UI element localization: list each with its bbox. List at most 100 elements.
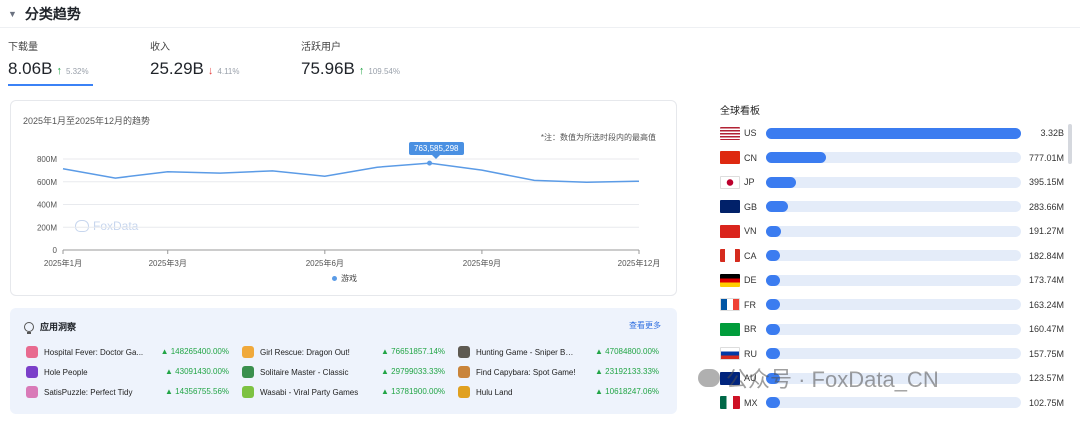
app-insight-item[interactable]: Hole People (26, 365, 144, 379)
app-growth: ▲ 148265400.00% (160, 347, 229, 356)
country-bar-fill (766, 176, 797, 188)
country-bar-track (766, 127, 1021, 139)
metric-change: 109.54% (368, 67, 400, 76)
y-tick-label: 800M (37, 155, 57, 164)
app-icon (242, 346, 254, 358)
country-value: 160.47M (1028, 324, 1064, 334)
country-row[interactable]: CN 777.01M (720, 150, 1070, 166)
app-insight-item[interactable]: SatisPuzzle: Perfect Tidy (26, 385, 144, 399)
line-chart[interactable]: 0200M400M600M800M2025年1月 2025年3月 2025年6月 20… (11, 101, 678, 297)
metric-label: 活跃用户 (301, 42, 341, 53)
app-icon (458, 366, 470, 378)
app-icon (242, 366, 254, 378)
global-board-title: 全球看板 (720, 106, 760, 117)
country-code: DE (744, 275, 757, 285)
app-growth: ▲ 23192133.33% (595, 367, 659, 376)
country-bar-fill (766, 274, 780, 286)
metric-label: 下载量 (8, 42, 38, 53)
x-tick-label: 2025年1月 (44, 258, 82, 268)
metric-tab-active-users[interactable]: 活跃用户 75.96B ↑ 109.54% (301, 38, 400, 88)
country-value: 182.84M (1028, 250, 1064, 261)
country-bar-track (766, 250, 1021, 261)
country-code: CA (744, 250, 757, 261)
app-insight-item[interactable]: Girl Rescue: Dragon Out! (242, 345, 360, 359)
metric-tab-revenue[interactable]: 收入 25.29B ↓ 4.11% (150, 38, 239, 88)
wechat-icon (698, 369, 720, 387)
metric-tab-downloads[interactable]: 下载量 8.06B ↑ 5.32% (8, 38, 93, 88)
country-row[interactable]: MX 102.75M (720, 395, 1070, 411)
legend-label: 游戏 (341, 274, 357, 283)
app-growth: ▲ 29799033.33% (381, 367, 445, 376)
app-name: Girl Rescue: Dragon Out! (260, 347, 350, 357)
section-header[interactable]: ▼ 分类趋势 (0, 0, 1080, 28)
country-value: 102.75M (1028, 397, 1064, 408)
country-bar-track (766, 299, 1021, 310)
app-insight-item[interactable]: Wasabi - Viral Party Games (242, 385, 360, 399)
app-insight-item[interactable]: Hunting Game - Sniper Bat... (458, 345, 576, 359)
country-bar-fill (766, 225, 781, 237)
app-growth: ▲ 76651857.14% (381, 347, 445, 356)
country-row[interactable]: DE 173.74M (720, 272, 1070, 288)
chart-tooltip: 763,585,298 (409, 142, 464, 159)
trend-chart-card: 2025年1月至2025年12月的趋势 *注：数值为所选时段内的最高值 FoxD… (10, 100, 677, 296)
metric-change: 4.11% (217, 67, 240, 76)
country-bar-fill (766, 397, 780, 408)
x-tick-label: 2025年6月 (306, 258, 344, 268)
see-more-link[interactable]: 查看更多 (629, 320, 661, 331)
country-value: 163.24M (1028, 299, 1064, 310)
app-name: Hole People (44, 367, 88, 377)
country-value: 777.01M (1028, 152, 1064, 163)
app-name: Find Capybara: Spot Game! (476, 367, 576, 377)
country-row[interactable]: CA 182.84M (720, 248, 1070, 264)
country-bar-fill (766, 250, 781, 261)
country-code: FR (744, 299, 756, 310)
country-bar-fill (766, 299, 780, 310)
country-code: US (744, 128, 757, 138)
country-row[interactable]: JP 395.15M (720, 174, 1070, 190)
series-line-games[interactable] (62, 162, 640, 184)
country-bar-track (766, 201, 1021, 212)
wechat-watermark-text: 公众号 · FoxData_CN (726, 367, 939, 392)
hover-point[interactable] (427, 160, 433, 166)
wechat-watermark: 公众号 · FoxData_CN (698, 362, 939, 394)
app-growth: ▲ 47084800.00% (595, 347, 659, 356)
x-tick-label: 2025年12月 (618, 258, 661, 268)
app-insight-item[interactable]: Hulu Land (458, 385, 576, 399)
collapse-caret-icon[interactable]: ▼ (8, 9, 17, 19)
metric-value: 8.06B (8, 59, 53, 78)
app-insight-item[interactable]: Find Capybara: Spot Game! (458, 365, 576, 379)
metric-change: 5.32% (65, 67, 89, 76)
country-row[interactable]: VN 191.27M (720, 223, 1070, 239)
scrollbar-thumb[interactable] (1068, 124, 1072, 164)
metric-value: 25.29B (150, 59, 204, 78)
country-row[interactable]: FR 163.24M (720, 297, 1070, 313)
flag-us-icon (720, 126, 740, 140)
country-value: 157.75M (1028, 348, 1064, 359)
country-row[interactable]: GB 283.66M (720, 199, 1070, 215)
country-value: 3.32B (1040, 128, 1064, 138)
flag-vn-icon (720, 224, 740, 238)
app-insights-card: 应用洞察 查看更多 Hospital Fever: Doctor Ga... ▲ … (10, 308, 677, 414)
app-icon (26, 386, 38, 398)
country-bar-fill (766, 323, 780, 335)
app-icon (458, 386, 470, 398)
app-insight-item[interactable]: Solitaire Master - Classic (242, 365, 360, 379)
country-row[interactable]: BR 160.47M (720, 321, 1070, 337)
app-name: Hunting Game - Sniper Bat... (476, 347, 576, 357)
country-code: BR (744, 324, 757, 334)
app-name: SatisPuzzle: Perfect Tidy (44, 387, 133, 397)
country-bar-fill (766, 348, 780, 359)
country-value: 123.57M (1028, 373, 1064, 383)
app-insight-item[interactable]: Hospital Fever: Doctor Ga... (26, 345, 144, 359)
flag-ca-icon (720, 249, 740, 262)
app-icon (242, 386, 254, 398)
chart-legend[interactable]: 游戏 (11, 273, 678, 284)
country-code: RU (744, 348, 757, 359)
y-tick-label: 200M (37, 223, 57, 232)
country-value: 191.27M (1028, 226, 1064, 236)
lightbulb-icon (24, 321, 34, 334)
country-bar-track (766, 323, 1021, 335)
country-row[interactable]: US 3.32B (720, 125, 1070, 141)
country-row[interactable]: RU 157.75M (720, 346, 1070, 362)
country-bar-track (766, 152, 1021, 163)
